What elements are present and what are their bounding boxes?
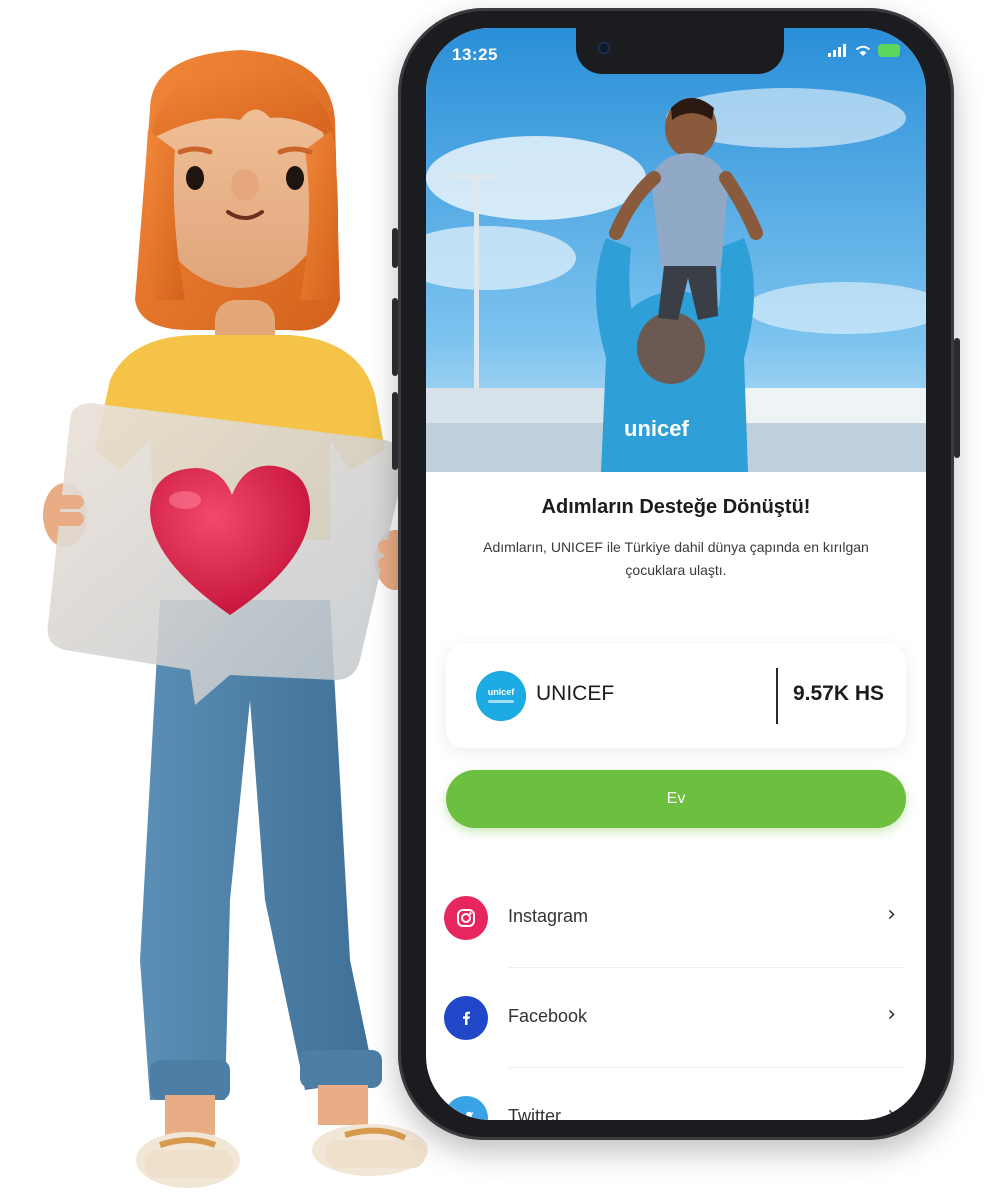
wifi-icon: [855, 45, 871, 56]
facebook-icon: [444, 996, 488, 1040]
org-steps-value: 9.57K HS: [792, 682, 884, 705]
signal-icon: [828, 44, 846, 57]
mute-switch: [392, 228, 398, 268]
battery-icon: [878, 44, 900, 57]
status-time: 13:25: [452, 45, 498, 64]
org-card: unicef UNICEF 9.57K HS: [446, 644, 906, 748]
volume-down-button: [392, 392, 398, 470]
unicef-logo-text: unicef: [488, 687, 516, 697]
status-bar: 13:25: [426, 28, 926, 78]
social-label-facebook: Facebook: [508, 1006, 588, 1026]
social-item-instagram[interactable]: Instagram ›: [442, 868, 904, 968]
chevron-right-icon: ›: [887, 1002, 896, 1027]
social-label-instagram: Instagram: [508, 906, 589, 926]
status-icons: [828, 44, 900, 57]
promo-stage: 13:25 unicef Adımların Desteğe Dönüştü! …: [0, 0, 984, 1197]
power-button: [954, 338, 960, 458]
unicef-logo: unicef: [476, 671, 526, 721]
social-item-facebook[interactable]: Facebook ›: [442, 968, 904, 1068]
phone-screen: 13:25 unicef Adımların Desteğe Dönüştü! …: [426, 28, 926, 1120]
social-item-twitter[interactable]: Twitter ›: [442, 1068, 904, 1120]
instagram-icon: [444, 896, 488, 940]
unicef-logo-icon: unicef: [476, 671, 526, 721]
right-eye: [286, 166, 304, 190]
social-label-twitter: Twitter: [508, 1106, 562, 1120]
chevron-right-icon: ›: [887, 902, 896, 927]
org-divider: [776, 668, 778, 724]
page-subtitle: Adımların, UNICEF ile Türkiye dahil düny…: [483, 539, 869, 578]
page-title: Adımların Desteğe Dönüştü!: [541, 496, 811, 518]
volume-up-button: [392, 298, 398, 376]
phone-frame: 13:25 unicef Adımların Desteğe Dönüştü! …: [392, 8, 960, 1140]
twitter-icon: [444, 1096, 488, 1120]
chevron-right-icon: ›: [887, 1102, 896, 1120]
hero-shirt-logo: unicef: [624, 416, 689, 441]
left-eye: [186, 166, 204, 190]
home-button[interactable]: Ev: [446, 770, 906, 828]
org-name: UNICEF: [536, 682, 615, 705]
hero-photo: unicef: [426, 28, 926, 472]
